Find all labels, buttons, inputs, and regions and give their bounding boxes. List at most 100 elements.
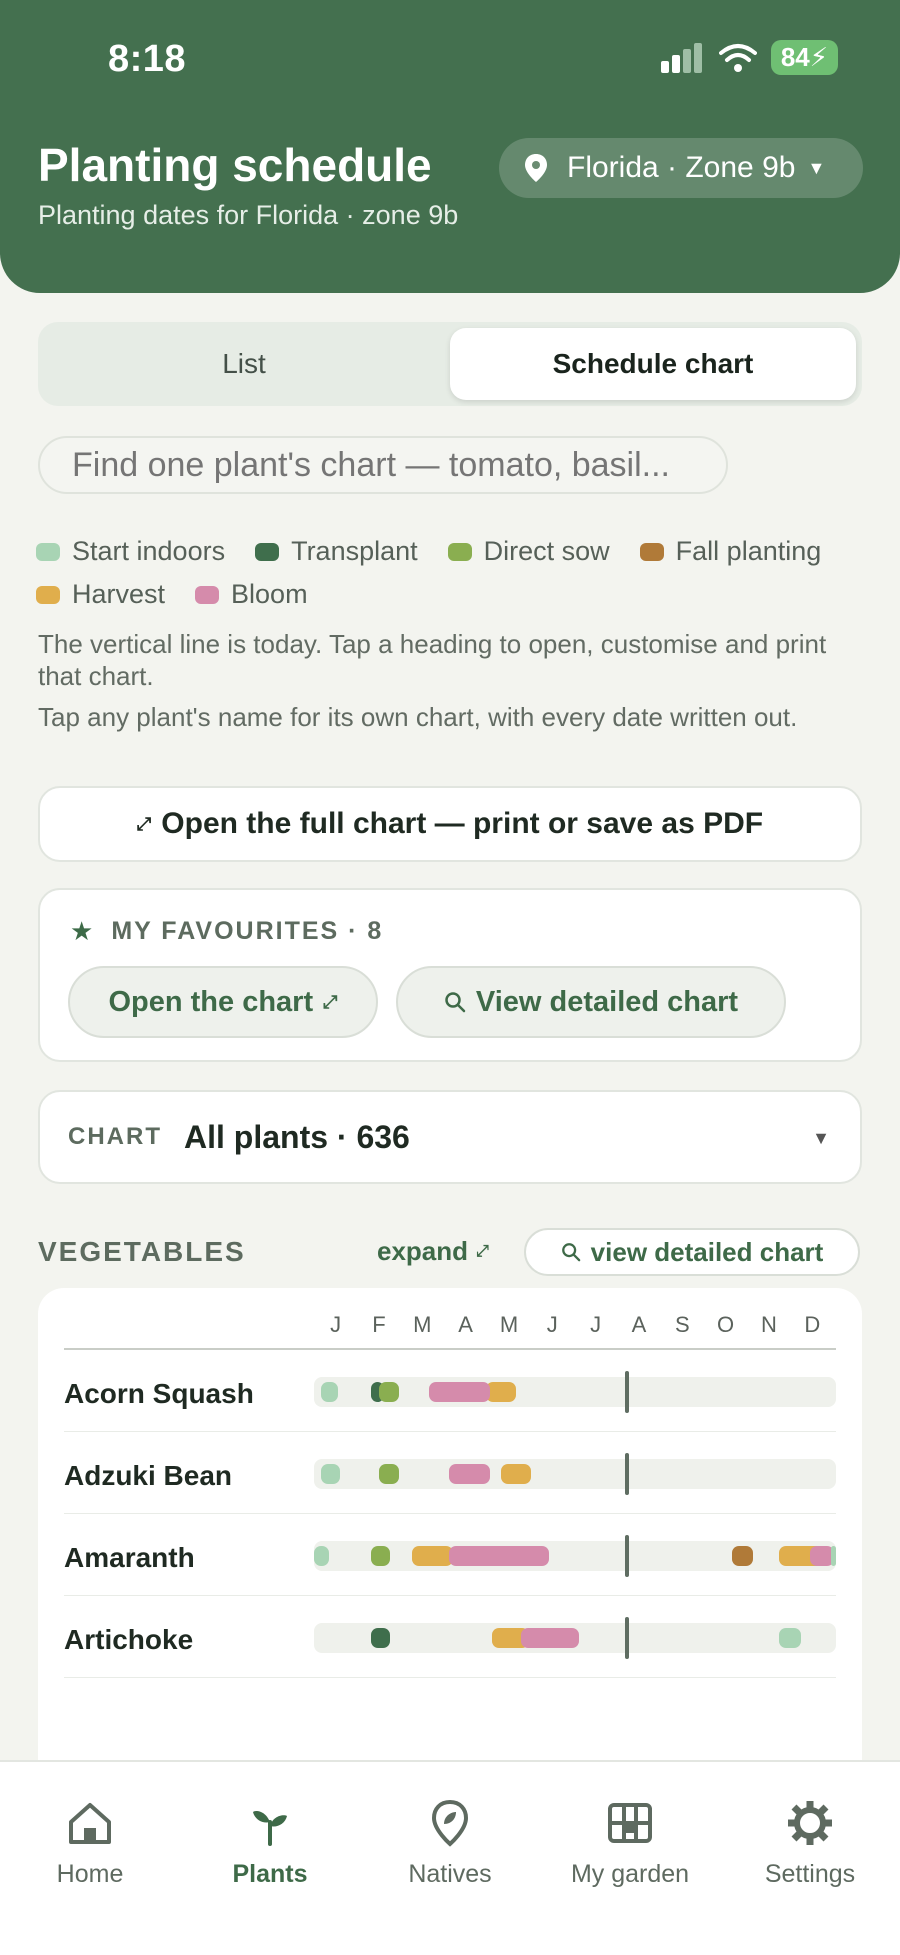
chart-selector-value: All plants · 636 (184, 1118, 410, 1155)
plant-row: Acorn Squash (64, 1350, 836, 1432)
legend-item: Direct sow (447, 536, 610, 567)
legend-label: Transplant (291, 536, 418, 566)
month-tick-label: F (372, 1312, 386, 1337)
page-title: Planting schedule (38, 139, 432, 191)
tab-home[interactable]: Home (0, 1798, 180, 1889)
legend-swatch (639, 542, 664, 561)
expand-section-link[interactable]: expand ⤢ (377, 1236, 489, 1267)
month-tick-label: M (413, 1312, 432, 1337)
grid-icon (608, 1803, 652, 1843)
expand-icon: ⤢ (323, 991, 338, 1012)
plant-timeline-track (314, 1453, 836, 1495)
tab-plants[interactable]: Plants (180, 1798, 360, 1889)
today-marker (625, 1453, 630, 1495)
month-tick-label: S (674, 1312, 690, 1337)
month-tick-label: A (631, 1312, 647, 1337)
legend-label: Harvest (72, 579, 166, 609)
plant-timeline-track (314, 1617, 836, 1659)
chart-legend: Start indoors Transplant Direct sow Fall pl… (36, 536, 876, 610)
timeline-bar (520, 1628, 580, 1648)
timeline-bar (370, 1628, 391, 1648)
help-text-plant: Tap any plant's name for its own chart, … (38, 702, 798, 732)
wifi-icon (718, 43, 757, 72)
legend-item: Fall planting (639, 536, 822, 567)
view-favourites-detailed-button[interactable]: View detailed chart (396, 966, 786, 1038)
month-tick-label: N (761, 1312, 777, 1337)
chart-selector-label: CHART (68, 1123, 162, 1150)
plant-name-link[interactable]: Amaranth (64, 1542, 195, 1574)
month-tick-label: M (499, 1312, 519, 1337)
expand-icon: ⤢ (476, 1242, 489, 1260)
view-toggle: List Schedule chart (38, 322, 862, 406)
tab-settings[interactable]: Settings (720, 1798, 900, 1889)
timeline-bar (830, 1546, 836, 1566)
bottom-tab-bar: Home Plants Natives My garden Settings (0, 1760, 900, 1955)
view-detailed-chart-label: view detailed chart (590, 1236, 824, 1267)
timeline-bar (411, 1546, 454, 1566)
star-icon: ★ (70, 916, 96, 946)
legend-label: Start indoors (72, 536, 226, 566)
status-icons: 84⚡ (660, 40, 838, 75)
plant-timeline-track (314, 1535, 836, 1577)
chart-selector[interactable]: CHART All plants · 636 ▼ (38, 1090, 862, 1184)
app-header: 8:18 84⚡ Planting schedule Planting date… (0, 0, 900, 293)
plant-name-link[interactable]: Adzuki Bean (64, 1460, 232, 1492)
legend-item: Bloom (195, 579, 308, 610)
search-icon (561, 1243, 580, 1262)
location-selector[interactable]: Florida · Zone 9b ▼ (499, 138, 863, 198)
legend-swatch (195, 585, 220, 604)
timeline-bar (314, 1546, 330, 1566)
expand-label: expand (377, 1236, 469, 1266)
timeline-bar (448, 1464, 491, 1484)
view-section-detailed-button[interactable]: view detailed chart (524, 1228, 860, 1276)
open-full-chart-button[interactable]: ⤢ Open the full chart — print or save as… (38, 786, 862, 862)
tab-list[interactable]: List (44, 328, 444, 400)
legend-label: Fall planting (675, 536, 822, 566)
legend-swatch (36, 542, 60, 561)
today-marker (625, 1535, 630, 1577)
tab-my-garden[interactable]: My garden (540, 1798, 720, 1889)
legend-item: Harvest (36, 579, 165, 610)
legend-label: Direct sow (483, 536, 610, 566)
status-time: 8:18 (108, 38, 187, 80)
open-favourites-chart-button[interactable]: Open the chart ⤢ (68, 966, 378, 1038)
help-text-today: The vertical line is today. Tap a headin… (38, 629, 827, 691)
plant-name-link[interactable]: Artichoke (64, 1624, 193, 1656)
timeline-bar (731, 1546, 754, 1566)
plant-search-input[interactable] (38, 436, 728, 494)
timeline-bar (501, 1464, 532, 1484)
favourites-card: ★ MY FAVOURITES · 8 Open the chart ⤢ Vie… (38, 888, 862, 1062)
schedule-chart: J F M A M J J A S O N D Acorn Squash Adzuki Bean Amar… (38, 1288, 862, 1788)
timeline-bar (379, 1382, 399, 1402)
chevron-down-icon: ▼ (812, 1128, 830, 1148)
section-title[interactable]: VEGETABLES (38, 1236, 246, 1268)
sprout-icon (253, 1811, 287, 1846)
tab-natives[interactable]: Natives (360, 1798, 540, 1889)
plant-row: Artichoke (64, 1596, 836, 1678)
timeline-bar (379, 1464, 399, 1484)
today-marker (625, 1617, 630, 1659)
legend-label: Bloom (231, 579, 308, 609)
location-label: Florida · Zone 9b (567, 151, 796, 184)
search-icon (445, 992, 466, 1013)
tab-home-label: Home (56, 1860, 124, 1888)
timeline-bar (779, 1628, 802, 1648)
tab-schedule-chart[interactable]: Schedule chart (450, 328, 856, 400)
favourites-heading-label: MY FAVOURITES · 8 (111, 917, 384, 945)
month-tick-label: D (804, 1312, 821, 1337)
month-axis: JFMAMJJASOND (314, 1312, 834, 1338)
gear-icon (788, 1801, 832, 1845)
plant-name-link[interactable]: Acorn Squash (64, 1378, 254, 1410)
legend-swatch (255, 542, 280, 561)
page-subtitle: Planting dates for Florida · zone 9b (38, 200, 459, 230)
plant-row: Adzuki Bean (64, 1432, 836, 1514)
today-marker (625, 1371, 630, 1413)
tab-my-garden-label: My garden (570, 1860, 690, 1888)
location-pin-icon (525, 154, 547, 182)
chevron-down-icon: ▼ (807, 157, 826, 178)
map-pin-leaf-icon (431, 1799, 469, 1847)
expand-icon: ⤢ (136, 813, 152, 834)
open-chart-label: Open the chart (108, 985, 314, 1018)
battery-indicator: 84⚡ (770, 40, 838, 75)
legend-item: Start indoors (36, 536, 225, 567)
